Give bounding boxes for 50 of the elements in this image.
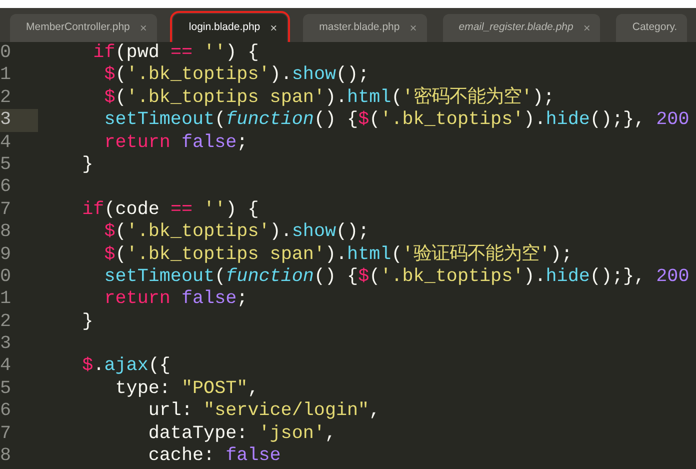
tab-label: MemberController.php [26,20,130,36]
line-number: 8 [0,445,12,468]
tab-label: email_register.blade.php [458,20,574,36]
line-number: 4 [0,132,12,154]
line-number: 2 [0,310,12,334]
line-number: 6 [0,176,12,199]
code-line: setTimeout(function() {$('.bk_toptips').hide();}, 200 [103,109,690,132]
file-tab[interactable]: MemberController.php × [10,14,157,42]
tab-label: login.blade.php [188,20,260,36]
close-icon[interactable]: × [140,22,147,34]
line-number: 3 [0,109,38,132]
tab-label: master.blade.php [319,20,400,36]
code-line: type: "POST", [114,378,259,400]
line-number: 7 [0,198,12,222]
code-line: setTimeout(function() {$('.bk_toptips').hide();}, 200 [103,266,690,288]
code-line: } [81,154,94,176]
code-line: cache: false [147,445,281,468]
close-icon[interactable]: × [583,22,590,34]
line-number: 0 [0,42,12,64]
line-number: 1 [0,288,12,311]
line-number: 5 [0,378,12,400]
close-icon[interactable]: × [410,22,417,34]
line-number: 1 [0,64,12,87]
file-tab[interactable]: login.blade.php × [172,14,288,42]
code-line: if(code == '') { [81,198,259,222]
line-number: 6 [0,400,12,423]
line-number: 3 [0,333,12,356]
code-line: dataType: 'json', [147,422,336,446]
tab-label: Category. [632,20,678,36]
file-tab[interactable]: email_register.blade.php × [442,14,600,42]
code-line: if(pwd == '') { [92,42,259,64]
code-line: } [81,310,94,334]
line-number: 2 [0,86,12,110]
line-number: 8 [0,221,12,244]
code-line: $('.bk_toptips').show(); [103,221,370,244]
code-line: $('.bk_toptips span').html('密码不能为空'); [103,86,554,110]
file-tab[interactable]: master.blade.php × [303,14,427,42]
line-number: 9 [0,244,12,266]
close-icon[interactable]: × [270,22,278,34]
code-line: url: "service/login", [147,400,380,423]
code-line: return false; [103,132,248,154]
line-number: 0 [0,266,12,288]
code-line: $('.bk_toptips').show(); [103,64,370,87]
line-number: 7 [0,422,12,446]
file-tab[interactable]: Category. [616,14,688,42]
code-line: $.ajax({ [81,355,170,378]
line-number: 4 [0,355,12,378]
code-line: return false; [103,288,248,311]
code-line: $('.bk_toptips span').html('验证码不能为空'); [103,244,572,266]
line-number: 5 [0,154,12,176]
